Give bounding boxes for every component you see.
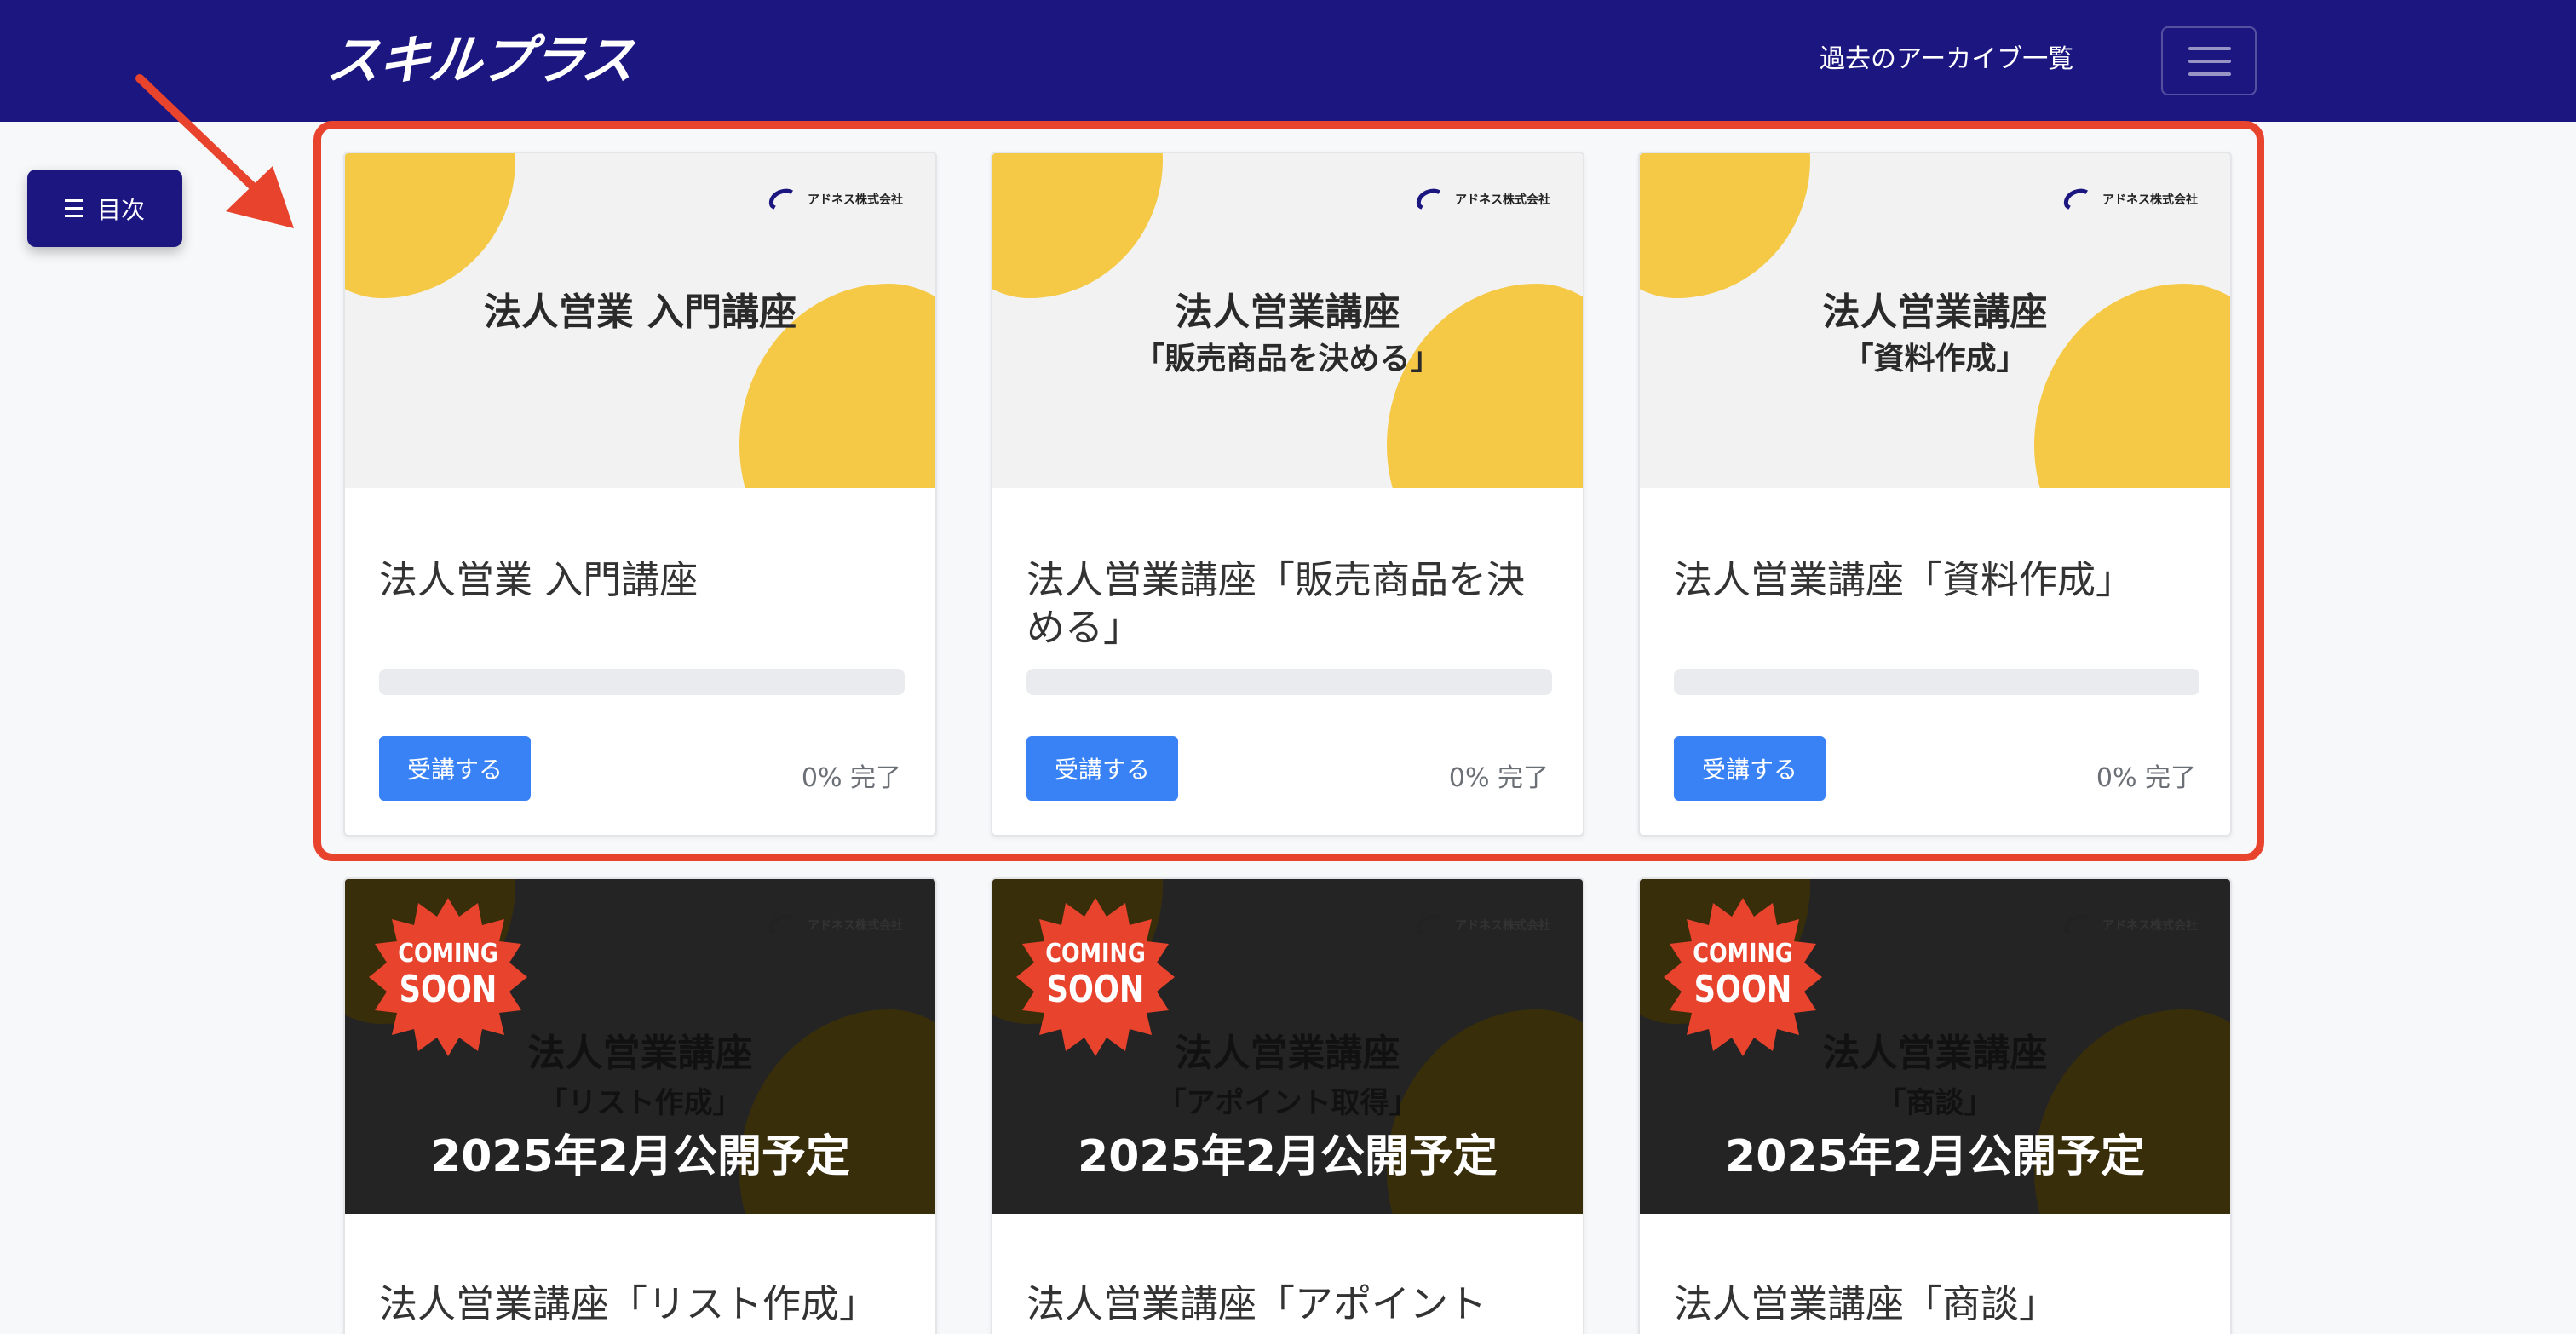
upcoming-course-card[interactable]: アドネス株式会社 法人営業講座 「アポイント取得」 2025年2月公開予定 CO… [991, 877, 1584, 1334]
list-icon [64, 199, 83, 217]
menu-icon-bar [2188, 72, 2231, 76]
course-card[interactable]: アドネス株式会社 法人営業講座 「販売商品を決める」 法人営業講座「販売商品を決… [991, 152, 1584, 837]
menu-icon-bar [2188, 47, 2231, 50]
brand-logo: アドネス株式会社 [766, 185, 903, 214]
top-navbar: スキルプラス 過去のアーカイブ一覧 [0, 0, 2576, 122]
release-date-text: 2025年2月公開予定 [1725, 1131, 2145, 1182]
thumbnail-title: 法人営業講座 [1822, 290, 2048, 334]
progress-text: 0% 完了 [1448, 763, 1549, 793]
course-thumbnail[interactable]: アドネス株式会社 法人営業講座 「商談」 2025年2月公開予定 COMING … [1640, 879, 2230, 1214]
badge-text-top: COMING [1045, 939, 1146, 969]
thumbnail-subtitle: 「アポイント取得」 [1157, 1086, 1418, 1120]
course-card[interactable]: アドネス株式会社 法人営業 入門講座 法人営業 入門講座 受講する 0% 完了 [343, 152, 937, 837]
thumbnail-subtitle: 「販売商品を決める」 [1134, 342, 1441, 377]
course-title: 法人営業講座「販売商品を決める」 [1026, 557, 1526, 650]
thumbnail-subtitle: 「資料作成」 [1843, 342, 2027, 377]
brand-mark-icon [2061, 911, 2096, 940]
brand-mark-icon [766, 911, 802, 940]
brand-mark-icon [766, 185, 802, 214]
badge-text-top: COMING [398, 939, 498, 969]
brand-logo: アドネス株式会社 [2061, 911, 2198, 940]
brand-logo: アドネス株式会社 [1413, 911, 1550, 940]
course-title: 法人営業 入門講座 [379, 557, 699, 602]
course-thumbnail[interactable]: アドネス株式会社 法人営業講座 「リスト作成」 2025年2月公開予定 COMI… [345, 879, 935, 1214]
brand-name: アドネス株式会社 [2102, 919, 2198, 933]
upcoming-course-card[interactable]: アドネス株式会社 法人営業講座 「商談」 2025年2月公開予定 COMING … [1638, 877, 2232, 1334]
course-thumbnail[interactable]: アドネス株式会社 法人営業講座 「アポイント取得」 2025年2月公開予定 CO… [992, 879, 1583, 1214]
coming-soon-badge: COMING SOON [367, 896, 529, 1058]
brand-mark-icon [1413, 185, 1449, 214]
brand-name: アドネス株式会社 [808, 193, 903, 207]
enroll-button[interactable]: 受講する [379, 736, 531, 801]
decor-blob [345, 153, 515, 298]
course-title: 法人営業講座「資料作成」 [1674, 557, 2135, 602]
release-date-text: 2025年2月公開予定 [430, 1131, 850, 1182]
enroll-button[interactable]: 受講する [1674, 736, 1826, 801]
menu-toggle-button[interactable] [2161, 26, 2257, 95]
thumbnail-subtitle: 「商談」 [1877, 1086, 1993, 1120]
brand-name: アドネス株式会社 [1455, 919, 1550, 933]
course-title: 法人営業講座「リスト作成」 [379, 1281, 878, 1326]
course-card[interactable]: アドネス株式会社 法人営業講座 「資料作成」 法人営業講座「資料作成」 受講する… [1638, 152, 2232, 837]
progress-bar [1026, 669, 1552, 695]
badge-text-bottom: SOON [399, 968, 497, 1011]
brand-name: アドネス株式会社 [808, 919, 903, 933]
course-title: 法人営業講座「アポイント [1026, 1281, 1487, 1326]
coming-soon-badge: COMING SOON [1662, 896, 1824, 1058]
archive-list-link[interactable]: 過去のアーカイブ一覧 [1820, 41, 2073, 78]
menu-icon-bar [2188, 60, 2231, 63]
brand-mark-icon [1413, 911, 1449, 940]
progress-text: 0% 完了 [801, 763, 901, 793]
thumbnail-title: 法人営業講座 [1175, 290, 1400, 334]
thumbnail-title: 法人営業 入門講座 [483, 290, 797, 334]
brand-name: アドネス株式会社 [1455, 193, 1550, 207]
site-logo[interactable]: スキルプラス [324, 29, 636, 91]
badge-text-top: COMING [1693, 939, 1793, 969]
course-thumbnail[interactable]: アドネス株式会社 法人営業 入門講座 [345, 153, 935, 488]
upcoming-course-card[interactable]: アドネス株式会社 法人営業講座 「リスト作成」 2025年2月公開予定 COMI… [343, 877, 937, 1334]
progress-text: 0% 完了 [2096, 763, 2196, 793]
thumbnail-subtitle: 「リスト作成」 [538, 1086, 742, 1120]
course-thumbnail[interactable]: アドネス株式会社 法人営業講座 「販売商品を決める」 [992, 153, 1583, 488]
logo-text: スキルプラス [324, 29, 636, 91]
brand-logo: アドネス株式会社 [2061, 185, 2198, 214]
decor-blob [1640, 153, 1810, 298]
brand-mark-icon [2061, 185, 2096, 214]
progress-bar [379, 669, 905, 695]
course-title: 法人営業講座「商談」 [1674, 1281, 2058, 1326]
brand-logo: アドネス株式会社 [766, 911, 903, 940]
decor-blob [992, 153, 1163, 298]
badge-text-bottom: SOON [1693, 968, 1792, 1011]
brand-name: アドネス株式会社 [2102, 193, 2198, 207]
coming-soon-badge: COMING SOON [1015, 896, 1176, 1058]
badge-text-bottom: SOON [1046, 968, 1145, 1011]
arrow-annotation-icon [135, 74, 294, 228]
brand-logo: アドネス株式会社 [1413, 185, 1550, 214]
enroll-button[interactable]: 受講する [1026, 736, 1178, 801]
release-date-text: 2025年2月公開予定 [1078, 1131, 1498, 1182]
progress-bar [1674, 669, 2199, 695]
course-thumbnail[interactable]: アドネス株式会社 法人営業講座 「資料作成」 [1640, 153, 2230, 488]
